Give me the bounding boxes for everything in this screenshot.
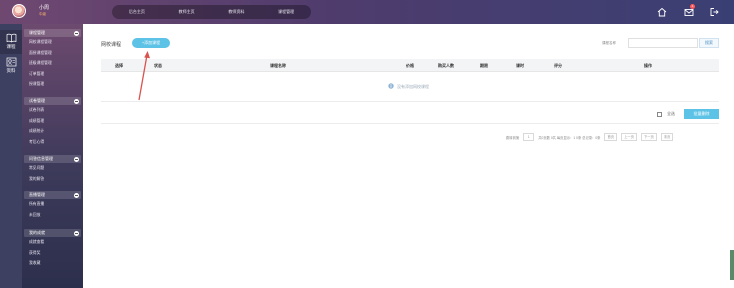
icon-rail: 课程 资料 bbox=[0, 24, 22, 288]
add-course-button[interactable]: +添加课程 bbox=[132, 38, 170, 48]
user-level: 中级 bbox=[39, 12, 46, 16]
nav-item-teacher-profile[interactable]: 教师资料 bbox=[228, 9, 244, 15]
select-all-checkbox[interactable] bbox=[657, 111, 662, 117]
page-title: 网校课程 bbox=[101, 42, 122, 48]
select-all[interactable]: 全选 bbox=[657, 111, 675, 117]
empty-message: 没有添加网校课程 bbox=[397, 84, 429, 89]
column-header: 评分 bbox=[554, 63, 562, 68]
menu-item-exam-list[interactable]: 试卷列表 bbox=[22, 105, 83, 116]
batch-delete-button[interactable]: 批量删除 bbox=[684, 109, 719, 119]
menu-item-my-answers[interactable]: 我的解答 bbox=[22, 174, 83, 185]
select-all-label: 全选 bbox=[667, 111, 675, 116]
side-menu: 课程管理 网校课程管理 面授课程管理 班级课程管理 订单管理 授课管理 试卷管理… bbox=[22, 24, 83, 288]
profile-card-icon bbox=[6, 57, 16, 67]
column-header: 期限 bbox=[480, 63, 488, 68]
nav-item-home[interactable]: 后台主页 bbox=[129, 9, 145, 15]
menu-group-course: 课程管理 网校课程管理 面授课程管理 班级课程管理 订单管理 授课管理 bbox=[22, 28, 83, 90]
rail-item-profile[interactable]: 资料 bbox=[0, 54, 22, 78]
prev-page-button[interactable]: 上一页 bbox=[621, 133, 637, 141]
menu-group-achievements: 我的成就 成就查看 获得奖 我收藏 bbox=[22, 228, 83, 269]
rail-item-label: 课程 bbox=[6, 44, 16, 49]
table-header: 选择 状态 课程名称 价格 购买人数 期限 课时 评分 操作 bbox=[101, 59, 719, 72]
menu-item-favorites[interactable]: 我收藏 bbox=[22, 258, 83, 269]
search-input[interactable] bbox=[628, 38, 698, 48]
menu-item-awards[interactable]: 获得奖 bbox=[22, 248, 83, 259]
collapse-icon[interactable] bbox=[74, 98, 79, 104]
menu-group-exam: 试卷管理 试卷列表 成绩管理 成绩统计 考后心得 bbox=[22, 96, 83, 147]
notification-badge: 1 bbox=[690, 4, 695, 9]
side-feedback-tab[interactable] bbox=[730, 250, 734, 280]
search-label: 课程名称 bbox=[602, 41, 616, 45]
next-page-button[interactable]: 下一页 bbox=[640, 133, 657, 141]
pagination: 跳转到第 1 共0页数 0共 每页显示：1 0条 总记录：0条 首页 上一页 下… bbox=[504, 132, 675, 142]
book-icon bbox=[6, 33, 16, 43]
menu-item-offline-courses[interactable]: 面授课程管理 bbox=[22, 48, 83, 59]
menu-group-title[interactable]: 课程管理 bbox=[24, 29, 81, 37]
logout-icon[interactable] bbox=[709, 7, 719, 17]
nav-item-teacher-home[interactable]: 教师主页 bbox=[179, 9, 195, 15]
home-icon[interactable] bbox=[657, 7, 667, 17]
page-number-input[interactable]: 1 bbox=[523, 133, 535, 141]
menu-item-teaching[interactable]: 授课管理 bbox=[22, 79, 83, 90]
menu-item-all-live[interactable]: 所有直播 bbox=[22, 199, 83, 210]
menu-item-faq[interactable]: 常见问题 bbox=[22, 163, 83, 174]
divider bbox=[101, 123, 719, 124]
menu-item-view-achievements[interactable]: 成就查看 bbox=[22, 237, 83, 248]
menu-item-no-replay[interactable]: 未回放 bbox=[22, 210, 83, 221]
main-content: 网校课程 +添加课程 课程名称 搜索 选择 状态 课程名称 价格 购买人数 期限… bbox=[83, 24, 734, 288]
column-header: 操作 bbox=[644, 63, 652, 68]
column-header: 课时 bbox=[516, 63, 524, 68]
menu-group-qa: 问答信息管理 常见问题 我的解答 bbox=[22, 154, 83, 184]
last-page-button[interactable]: 末页 bbox=[660, 133, 674, 141]
menu-item-grades[interactable]: 成绩管理 bbox=[22, 116, 83, 127]
user-name: 小周 bbox=[39, 5, 50, 11]
pagination-summary: 共0页数 0共 每页显示：1 0条 总记录：0条 bbox=[538, 135, 601, 140]
menu-item-grade-stats[interactable]: 成绩统计 bbox=[22, 126, 83, 137]
menu-item-class-courses[interactable]: 班级课程管理 bbox=[22, 58, 83, 69]
column-header: 状态 bbox=[154, 63, 162, 68]
collapse-icon[interactable] bbox=[74, 30, 79, 36]
menu-group-title[interactable]: 直播管理 bbox=[24, 191, 81, 199]
jump-to-label: 跳转到第 bbox=[506, 135, 520, 140]
collapse-icon[interactable] bbox=[74, 192, 79, 198]
column-header: 选择 bbox=[115, 63, 123, 68]
column-header: 价格 bbox=[406, 63, 414, 68]
rail-item-label: 资料 bbox=[6, 68, 16, 73]
menu-item-exam-notes[interactable]: 考后心得 bbox=[22, 137, 83, 148]
collapse-icon[interactable] bbox=[74, 230, 79, 236]
nav-item-course-management[interactable]: 课程管理 bbox=[278, 9, 294, 15]
first-page-button[interactable]: 首页 bbox=[604, 133, 618, 141]
menu-group-title[interactable]: 问答信息管理 bbox=[24, 155, 81, 163]
menu-group-title[interactable]: 我的成就 bbox=[24, 229, 81, 237]
menu-group-live: 直播管理 所有直播 未回放 bbox=[22, 190, 83, 220]
menu-item-online-courses[interactable]: 网校课程管理 bbox=[22, 37, 83, 48]
empty-table-row: 没有添加网校课程 bbox=[101, 72, 719, 102]
column-header: 课程名称 bbox=[270, 63, 286, 68]
search-button[interactable]: 搜索 bbox=[699, 38, 719, 48]
top-nav: 后台主页 教师主页 教师资料 课程管理 bbox=[112, 5, 311, 19]
menu-item-orders[interactable]: 订单管理 bbox=[22, 69, 83, 80]
rail-item-course[interactable]: 课程 bbox=[0, 30, 22, 54]
info-icon bbox=[388, 83, 394, 89]
collapse-icon[interactable] bbox=[74, 156, 79, 162]
avatar[interactable] bbox=[12, 4, 26, 18]
column-header: 购买人数 bbox=[438, 63, 454, 68]
top-header: 小周 中级 后台主页 教师主页 教师资料 课程管理 1 bbox=[0, 0, 734, 24]
menu-group-title[interactable]: 试卷管理 bbox=[24, 97, 81, 105]
